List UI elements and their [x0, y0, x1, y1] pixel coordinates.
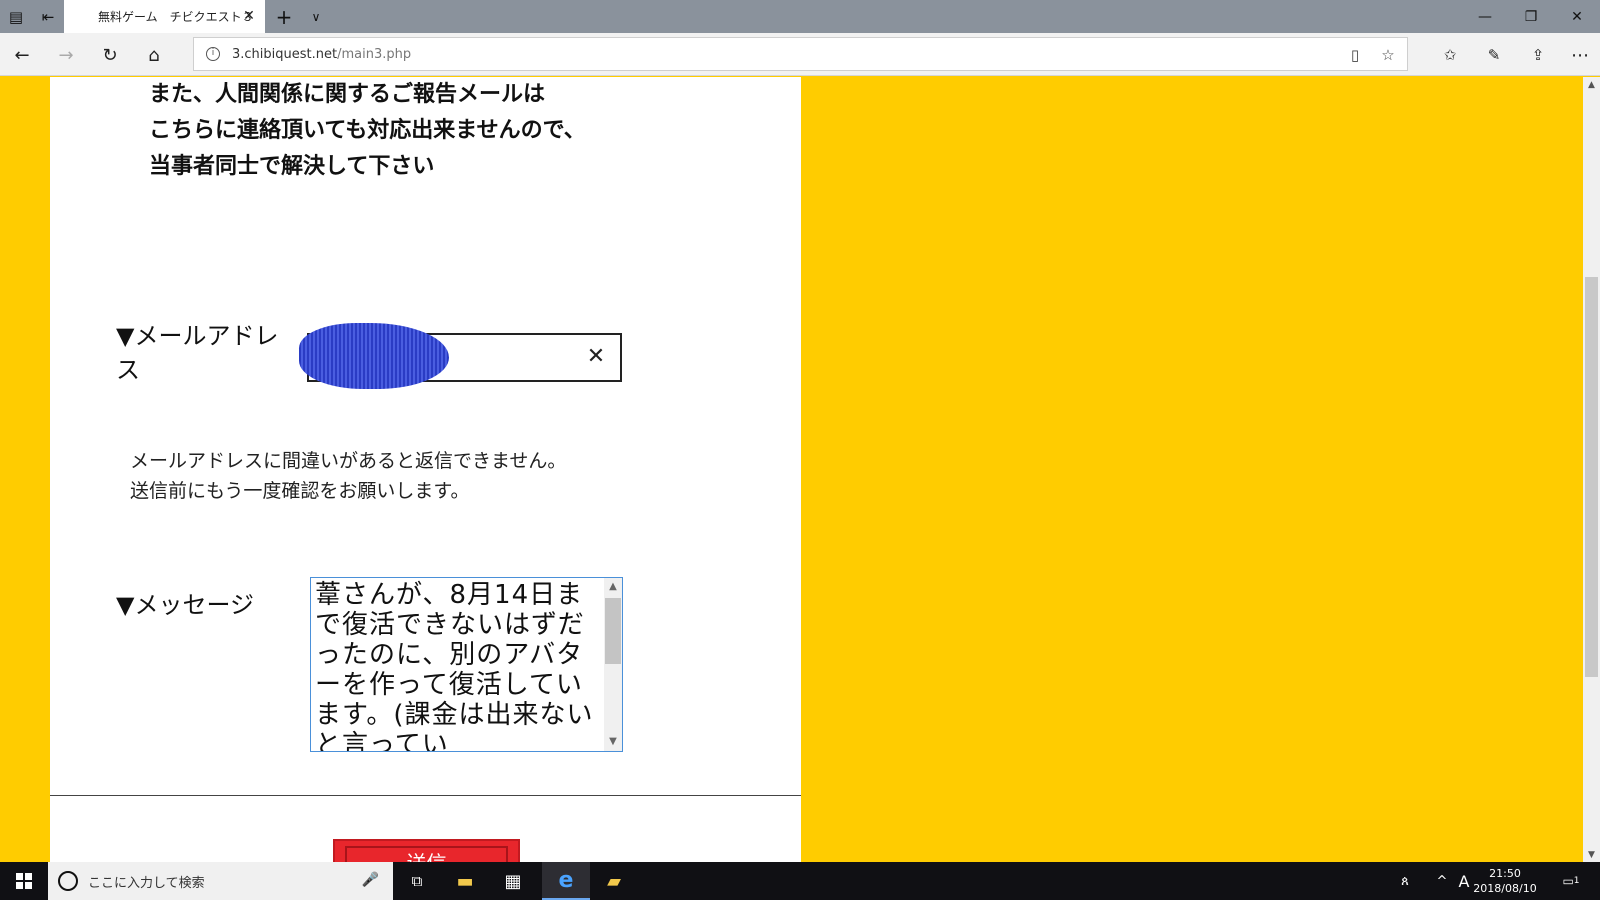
tab-active[interactable]: 無料ゲーム チビクエスト３ ✕: [64, 0, 265, 33]
message-scroll-thumb[interactable]: [605, 598, 621, 664]
email-label-line-1: ▼メールアドレ: [116, 322, 279, 350]
scroll-up-icon[interactable]: ▲: [604, 578, 622, 596]
back-icon[interactable]: ←: [6, 39, 38, 71]
address-bar[interactable]: i 3.chibiquest.net/main3.php ▯ ☆: [193, 37, 1408, 71]
notice-line-1: また、人間関係に関するご報告メールは: [149, 82, 546, 107]
task-view-icon[interactable]: ⧉: [393, 862, 441, 900]
notice-line-2: こちらに連絡頂いても対応出来ませんので、: [149, 118, 586, 143]
send-button-label: 送信: [345, 846, 508, 863]
tab-preview-chevron-icon[interactable]: ∨: [300, 0, 332, 33]
email-label-line-2: ス: [116, 356, 140, 384]
minimize-icon[interactable]: —: [1462, 0, 1508, 33]
taskbar-search[interactable]: ここに入力して検索 🎤: [48, 862, 393, 900]
tray-chevron-icon[interactable]: ^: [1432, 862, 1452, 900]
reading-view-icon[interactable]: ▯: [1344, 44, 1366, 66]
edge-icon[interactable]: e: [542, 862, 590, 900]
notice-line-3: 当事者同士で解決して下さい: [149, 154, 435, 179]
page-scrollbar[interactable]: ▲ ▼: [1583, 77, 1600, 863]
help-line-1: メールアドレスに間違いがあると返信できません。: [130, 450, 567, 472]
url-host: 3.chibiquest.net: [232, 46, 338, 62]
new-tab-icon[interactable]: +: [268, 0, 300, 33]
clock[interactable]: 21:50 2018/08/10: [1470, 866, 1540, 896]
send-button[interactable]: 送信: [333, 839, 520, 863]
page-scroll-thumb[interactable]: [1585, 277, 1598, 677]
windows-logo-icon: [16, 873, 32, 889]
start-button[interactable]: [0, 862, 48, 900]
message-scrollbar[interactable]: ▲ ▼: [604, 578, 622, 751]
search-placeholder: ここに入力して検索: [88, 875, 205, 891]
tab-close-icon[interactable]: ✕: [241, 8, 257, 24]
url-text[interactable]: 3.chibiquest.net/main3.php: [232, 47, 411, 62]
share-icon[interactable]: ⇪: [1522, 39, 1554, 71]
redaction-scribble: [299, 323, 449, 389]
restore-icon[interactable]: ❐: [1508, 0, 1554, 33]
email-help-text: メールアドレスに間違いがあると返信できません。 送信前にもう一度確認をお願いしま…: [130, 446, 566, 506]
favorites-icon[interactable]: ✩: [1434, 39, 1466, 71]
divider: [50, 795, 801, 796]
message-text: 葦さんが、8月14日まで復活できないはずだったのに、別のアバターを作って復活して…: [315, 580, 594, 752]
refresh-icon[interactable]: ↻: [94, 39, 126, 71]
scroll-down-icon[interactable]: ▼: [604, 733, 622, 751]
navigation-bar: ← → ↻ ⌂ i 3.chibiquest.net/main3.php ▯ ☆…: [0, 33, 1600, 76]
message-textarea[interactable]: 葦さんが、8月14日まで復活できないはずだったのに、別のアバターを作って復活して…: [310, 577, 623, 752]
app-icon[interactable]: ▰: [590, 862, 638, 900]
notification-count: 1: [1573, 876, 1580, 886]
clock-date: 2018/08/10: [1473, 882, 1537, 895]
page-scroll-up-icon[interactable]: ▲: [1583, 77, 1600, 93]
clock-time: 21:50: [1489, 867, 1521, 880]
site-info-icon[interactable]: i: [206, 47, 220, 61]
people-icon[interactable]: ጰ: [1392, 862, 1418, 900]
store-icon[interactable]: ▦: [489, 862, 537, 900]
microphone-icon[interactable]: 🎤: [362, 872, 379, 888]
close-window-icon[interactable]: ✕: [1554, 0, 1600, 33]
tab-title: 無料ゲーム チビクエスト３: [98, 10, 254, 24]
clear-input-icon[interactable]: ✕: [584, 345, 608, 369]
taskbar: ここに入力して検索 🎤 ⧉ ▬ ▦ e ▰ ጰ ^ A 21:50 2018/0…: [0, 862, 1600, 900]
forward-icon[interactable]: →: [50, 39, 82, 71]
page-scroll-down-icon[interactable]: ▼: [1583, 847, 1600, 863]
tab-actions-icon[interactable]: ▤: [0, 0, 32, 33]
more-icon[interactable]: ⋯: [1564, 39, 1596, 71]
notice-text: また、人間関係に関するご報告メールは こちらに連絡頂いても対応出来ませんので、 …: [149, 77, 586, 185]
set-aside-tabs-icon[interactable]: ⇤: [32, 0, 64, 33]
email-input[interactable]: ✕: [299, 323, 622, 389]
cortana-icon: [58, 871, 78, 891]
email-label: ▼メールアドレ ス: [116, 319, 278, 387]
pen-icon[interactable]: ✎: [1478, 39, 1510, 71]
file-explorer-icon[interactable]: ▬: [441, 862, 489, 900]
page-content: また、人間関係に関するご報告メールは こちらに連絡頂いても対応出来ませんので、 …: [50, 77, 801, 863]
message-label: ▼メッセージ: [116, 591, 254, 619]
help-line-2: 送信前にもう一度確認をお願いします。: [130, 480, 470, 502]
title-bar: ▤ ⇤ 無料ゲーム チビクエスト３ ✕ + ∨ — ❐ ✕: [0, 0, 1600, 33]
action-center[interactable]: ▭ 1: [1556, 862, 1586, 900]
favorite-star-icon[interactable]: ☆: [1377, 44, 1399, 66]
home-icon[interactable]: ⌂: [138, 39, 170, 71]
url-path: /main3.php: [337, 46, 412, 62]
notification-icon: ▭: [1562, 874, 1574, 888]
